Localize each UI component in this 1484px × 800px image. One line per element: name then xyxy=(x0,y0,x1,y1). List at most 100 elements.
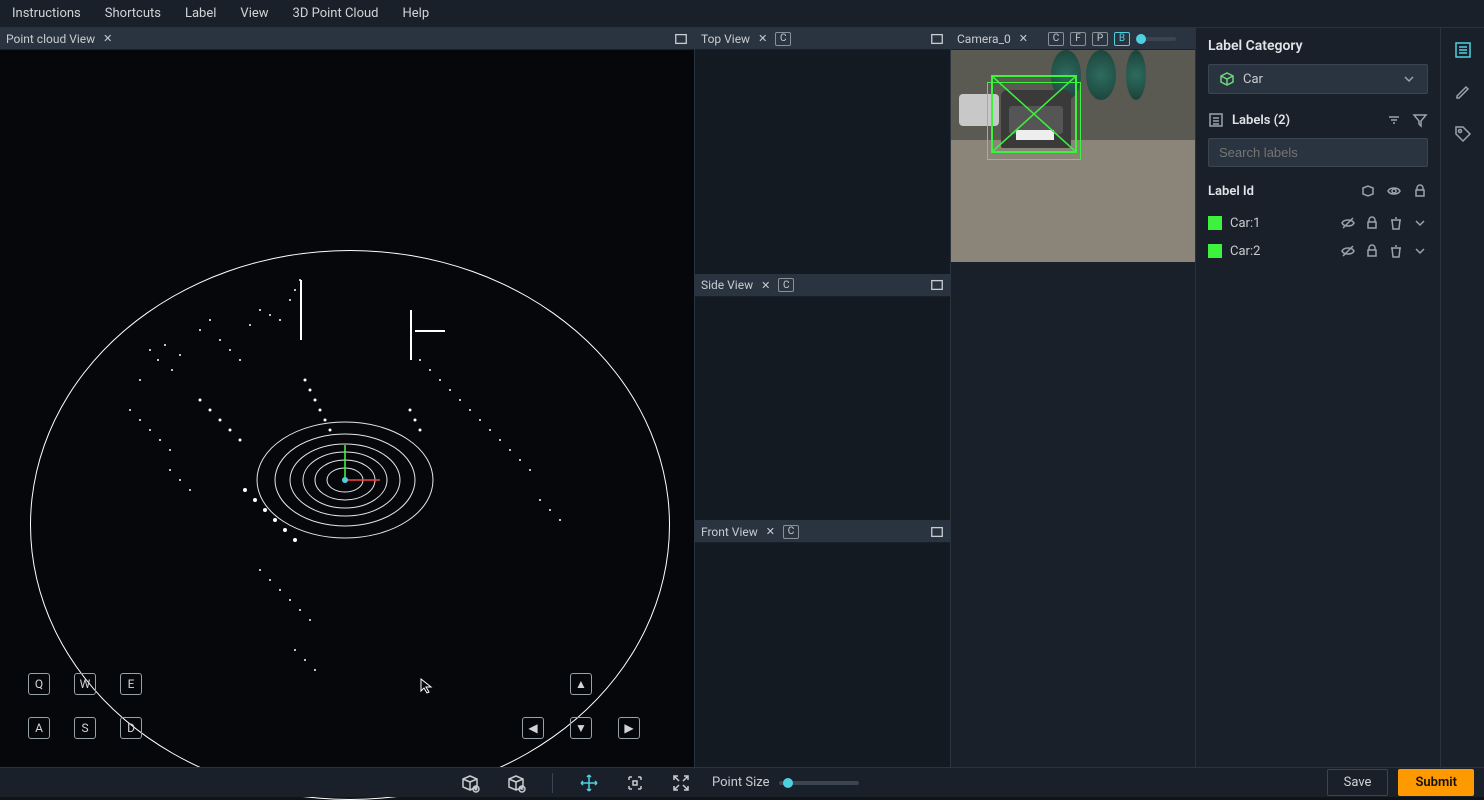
labelid-title: Label Id xyxy=(1208,184,1254,199)
side-view-panel: Side View ✕ C xyxy=(695,275,950,522)
top-view-panel: Top View ✕ C xyxy=(695,28,950,275)
close-icon[interactable]: ✕ xyxy=(764,525,777,538)
edit-icon[interactable] xyxy=(1451,80,1475,104)
close-icon[interactable]: ✕ xyxy=(759,279,772,292)
key-q[interactable]: Q xyxy=(28,673,50,695)
front-view-panel: Front View ✕ C xyxy=(695,521,950,767)
color-swatch xyxy=(1208,244,1222,258)
menu-shortcuts[interactable]: Shortcuts xyxy=(105,6,161,21)
chevron-down-icon[interactable] xyxy=(1412,243,1428,259)
camera-opacity-slider[interactable] xyxy=(1136,37,1176,41)
label-name: Car:2 xyxy=(1230,244,1260,259)
chevron-down-icon[interactable] xyxy=(1412,215,1428,231)
side-view-viewport[interactable] xyxy=(695,297,950,521)
pointcloud-panel: Point cloud View ✕ xyxy=(0,28,695,767)
camera-panel: Camera_0 ✕ C F P B xyxy=(951,28,1196,767)
maximize-icon[interactable] xyxy=(930,525,944,539)
labels-title: Labels (2) xyxy=(1232,113,1290,128)
key-c-badge[interactable]: C xyxy=(783,525,799,539)
maximize-icon[interactable] xyxy=(930,278,944,292)
right-panel: Label Category Car Labels (2) Label Id xyxy=(1196,28,1440,767)
key-b-badge[interactable]: B xyxy=(1114,32,1130,46)
key-down[interactable]: ▼ xyxy=(570,717,592,739)
focus-tool-icon[interactable] xyxy=(625,773,645,793)
point-size-slider[interactable] xyxy=(779,781,859,785)
key-c-badge[interactable]: C xyxy=(1048,32,1064,46)
key-e[interactable]: E xyxy=(120,673,142,695)
color-swatch xyxy=(1208,216,1222,230)
key-p-badge[interactable]: P xyxy=(1092,32,1108,46)
close-icon[interactable]: ✕ xyxy=(101,32,114,45)
close-icon[interactable]: ✕ xyxy=(756,32,769,45)
pointcloud-title: Point cloud View xyxy=(6,32,95,46)
eye-icon[interactable] xyxy=(1386,183,1402,199)
key-f-badge[interactable]: F xyxy=(1070,32,1086,46)
cuboid-icon xyxy=(1219,71,1235,87)
point-size-label: Point Size xyxy=(712,775,769,790)
menu-help[interactable]: Help xyxy=(402,6,429,21)
menu-label[interactable]: Label xyxy=(185,6,216,21)
maximize-icon[interactable] xyxy=(930,32,944,46)
key-c-badge[interactable]: C xyxy=(778,278,794,292)
menubar: Instructions Shortcuts Label View 3D Poi… xyxy=(0,0,1484,28)
label-row[interactable]: Car:1 xyxy=(1208,209,1428,237)
menu-3d-point-cloud[interactable]: 3D Point Cloud xyxy=(293,6,379,21)
arrow-keypad: ▲ ◀ ▼ ▶ xyxy=(522,673,648,747)
ortho-views-column: Top View ✕ C Side View ✕ C Front View ✕ xyxy=(695,28,951,767)
panel-labels-icon[interactable] xyxy=(1451,38,1475,62)
camera-empty-area xyxy=(951,262,1195,767)
add-cuboid-icon[interactable] xyxy=(460,773,480,793)
save-button[interactable]: Save xyxy=(1327,769,1389,796)
move-tool-icon[interactable] xyxy=(579,773,599,793)
key-a[interactable]: A xyxy=(28,717,50,739)
trash-icon[interactable] xyxy=(1388,215,1404,231)
tool-group xyxy=(460,773,691,793)
side-view-title: Side View xyxy=(701,278,753,292)
cursor-icon xyxy=(420,678,436,694)
key-d[interactable]: D xyxy=(120,717,142,739)
key-c-badge[interactable]: C xyxy=(775,32,791,46)
top-view-title: Top View xyxy=(701,32,750,46)
pointcloud-header: Point cloud View ✕ xyxy=(0,28,694,50)
pointcloud-viewport[interactable]: Q W E A S D ▲ ◀ ▼ ▶ xyxy=(0,50,694,767)
label-row[interactable]: Car:2 xyxy=(1208,237,1428,265)
lock-icon[interactable] xyxy=(1412,183,1428,199)
category-select[interactable]: Car xyxy=(1208,64,1428,94)
submit-button[interactable]: Submit xyxy=(1398,769,1474,796)
key-s[interactable]: S xyxy=(74,717,96,739)
expand-tool-icon[interactable] xyxy=(671,773,691,793)
key-w[interactable]: W xyxy=(74,673,96,695)
category-value: Car xyxy=(1243,72,1263,87)
menu-view[interactable]: View xyxy=(240,6,268,21)
filter-icon[interactable] xyxy=(1412,112,1428,128)
search-labels-input[interactable] xyxy=(1208,138,1428,167)
list-icon xyxy=(1208,112,1224,128)
label-name: Car:1 xyxy=(1230,216,1260,231)
eye-off-icon[interactable] xyxy=(1340,243,1356,259)
trash-icon[interactable] xyxy=(1388,243,1404,259)
front-view-viewport[interactable] xyxy=(695,543,950,767)
key-right[interactable]: ▶ xyxy=(618,717,640,739)
chevron-down-icon xyxy=(1401,71,1417,87)
key-up[interactable]: ▲ xyxy=(570,673,592,695)
remove-cuboid-icon[interactable] xyxy=(506,773,526,793)
maximize-icon[interactable] xyxy=(674,32,688,46)
footer: Point Size Save Submit xyxy=(0,767,1484,797)
label-category-title: Label Category xyxy=(1208,38,1428,54)
key-left[interactable]: ◀ xyxy=(522,717,544,739)
camera-image[interactable] xyxy=(951,50,1195,262)
close-icon[interactable]: ✕ xyxy=(1017,32,1030,45)
top-view-viewport[interactable] xyxy=(695,50,950,274)
lock-icon[interactable] xyxy=(1364,215,1380,231)
sort-icon[interactable] xyxy=(1386,112,1402,128)
front-view-title: Front View xyxy=(701,525,758,539)
cube-small-icon[interactable] xyxy=(1360,183,1376,199)
wasd-keypad: Q W E A S D xyxy=(28,673,150,747)
lock-icon[interactable] xyxy=(1364,243,1380,259)
tag-icon[interactable] xyxy=(1451,122,1475,146)
camera-title: Camera_0 xyxy=(957,32,1011,46)
menu-instructions[interactable]: Instructions xyxy=(12,6,81,21)
eye-off-icon[interactable] xyxy=(1340,215,1356,231)
right-rail xyxy=(1440,28,1484,767)
annotation-bbox-outer[interactable] xyxy=(987,82,1081,160)
